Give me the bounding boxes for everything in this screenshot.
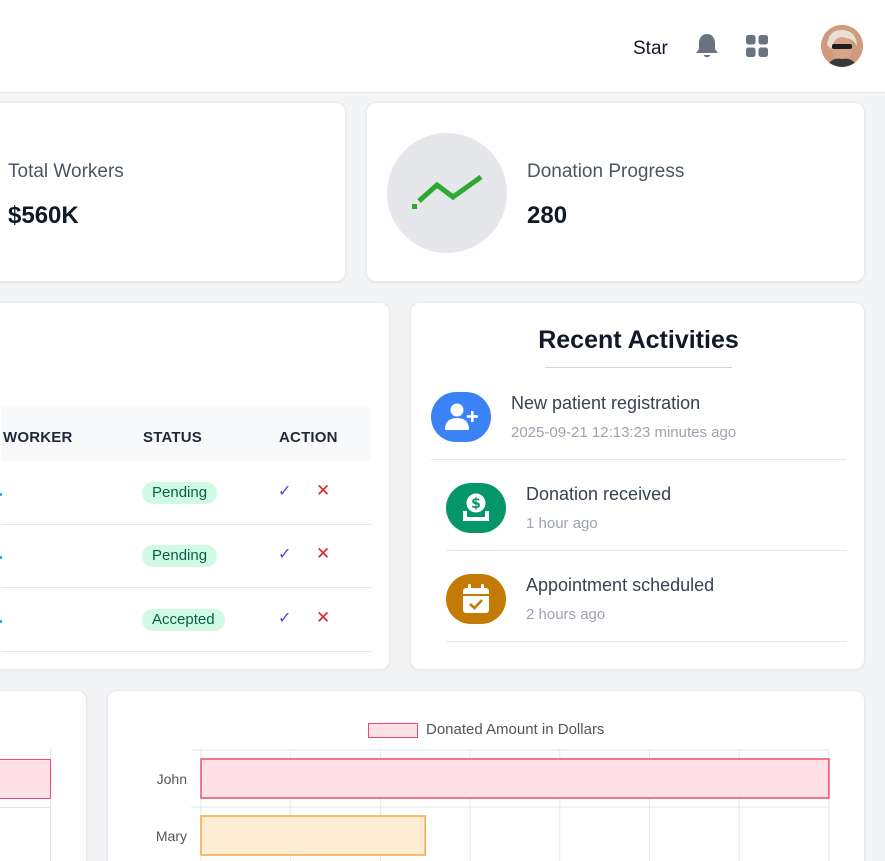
activity-time: 2025-09-21 12:13:23 minutes ago <box>511 424 737 441</box>
title-divider <box>545 367 732 368</box>
svg-text:$: $ <box>471 496 481 512</box>
user-name[interactable]: Star <box>633 38 668 60</box>
worker-cell-fragment <box>0 556 2 559</box>
category-label: John <box>157 771 187 787</box>
grid-line <box>0 807 51 808</box>
chart-bar <box>200 815 426 856</box>
status-badge: Accepted <box>142 609 225 631</box>
table-row: Accepted ✓ ✕ <box>0 588 371 652</box>
recent-activities-card: Recent Activities New patient registrati… <box>410 302 865 670</box>
status-badge: Pending <box>142 545 218 567</box>
chart-bar <box>200 758 830 799</box>
category-label: Mary <box>156 828 187 844</box>
activity-time: 1 hour ago <box>526 515 598 532</box>
stat-value: 280 <box>527 202 568 229</box>
column-header-action: ACTION <box>279 429 338 446</box>
column-header-status: STATUS <box>143 429 202 446</box>
activity-text: Donation received <box>526 484 672 504</box>
top-bar: Star <box>0 0 885 93</box>
calendar-check-icon <box>446 574 506 624</box>
activity-time: 2 hours ago <box>526 606 606 623</box>
bar-chart: John Mary <box>156 749 830 861</box>
bell-icon[interactable] <box>694 32 720 60</box>
donation-icon: $ <box>446 483 506 533</box>
stat-value: $560K <box>8 202 79 229</box>
stat-card-total-workers: Total Workers $560K <box>0 102 346 282</box>
column-header-worker: WORKER <box>3 429 73 446</box>
worker-cell-fragment <box>0 620 2 623</box>
avatar[interactable] <box>821 25 863 67</box>
activity-item[interactable]: Appointment scheduled 2 hours ago <box>446 552 846 642</box>
reject-button[interactable]: ✕ <box>316 608 330 628</box>
table-header: WORKER STATUS ACTION <box>1 407 371 461</box>
chart-bar <box>0 759 51 799</box>
user-plus-icon <box>431 392 491 442</box>
table-row: Pending ✓ ✕ <box>0 524 371 588</box>
apps-grid-icon[interactable] <box>745 34 769 58</box>
reject-button[interactable]: ✕ <box>316 544 330 564</box>
approve-button[interactable]: ✓ <box>278 544 291 564</box>
trend-up-icon <box>412 174 483 209</box>
activity-text: Appointment scheduled <box>526 575 715 595</box>
stat-icon-circle <box>387 133 507 253</box>
approve-button[interactable]: ✓ <box>278 608 291 628</box>
donation-chart-card: Donated Amount in Dollars John Mary <box>107 690 865 861</box>
activities-title: Recent Activities <box>538 326 739 354</box>
workers-table-card: WORKER STATUS ACTION Pending ✓ ✕ Pending… <box>0 302 390 670</box>
status-badge: Pending <box>142 482 218 504</box>
stat-card-donation-progress: Donation Progress 280 <box>366 102 865 282</box>
stat-label: Total Workers <box>8 161 124 182</box>
reject-button[interactable]: ✕ <box>316 481 330 501</box>
approve-button[interactable]: ✓ <box>278 481 291 501</box>
table-row: Pending ✓ ✕ <box>0 461 371 525</box>
activity-item[interactable]: $ Donation received 1 hour ago <box>446 461 846 551</box>
left-chart-card <box>0 690 87 861</box>
workers-table: WORKER STATUS ACTION Pending ✓ ✕ Pending… <box>0 303 381 669</box>
stat-label: Donation Progress <box>527 161 685 182</box>
activity-text: New patient registration <box>511 393 701 413</box>
worker-cell-fragment <box>0 493 2 496</box>
activity-item[interactable]: New patient registration 2025-09-21 12:1… <box>431 370 846 460</box>
